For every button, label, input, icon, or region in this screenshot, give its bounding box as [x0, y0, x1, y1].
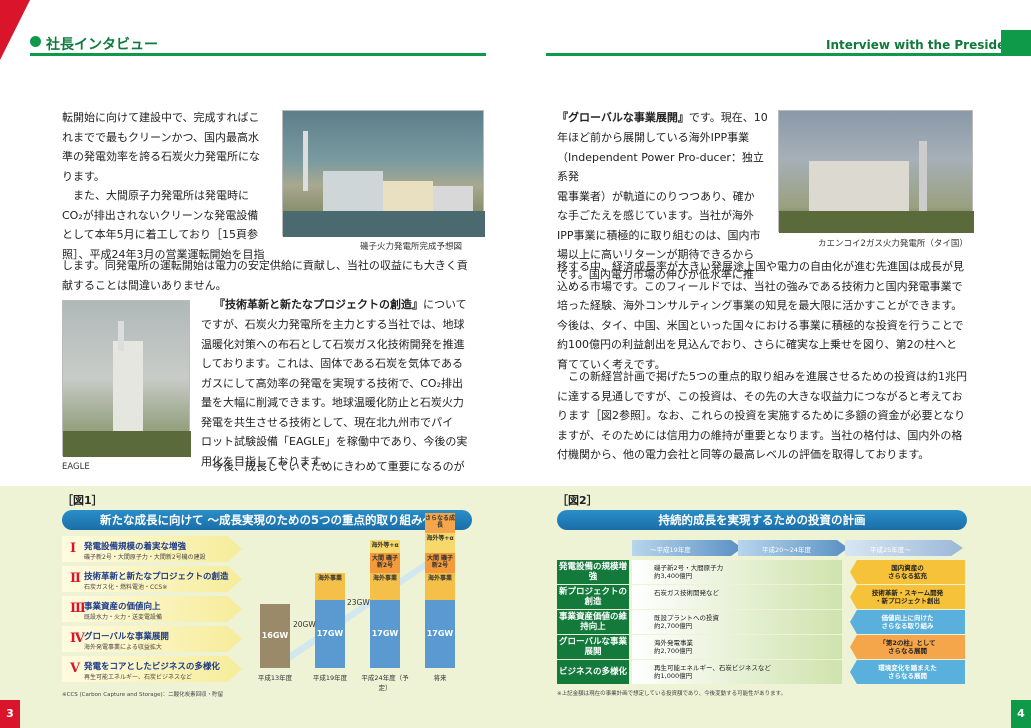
chart-bar-segment: 大間 磯子新2号: [425, 553, 455, 573]
header-accent-right: [1001, 30, 1031, 56]
investment-row-text: 再生可能エネルギー、石炭ビジネスなど 約1,000億円: [654, 664, 771, 680]
chart-bar-base: 17GW: [370, 600, 400, 668]
figure2-tag: ［図2］: [557, 494, 598, 507]
chart-total-label: 23GW: [347, 598, 370, 607]
investment-row-text: 既設プラントへの投資 約2,700億円: [654, 614, 719, 630]
left-para-3-tail: について: [423, 298, 467, 311]
figure1-banner: 新たな成長に向けて ～成長実現のための5つの重点的取り組み～: [62, 510, 472, 530]
investment-row-result: 国内資産の さらなる拡充: [850, 560, 965, 584]
page-title-right: Interview with the President: [826, 38, 1020, 52]
chart-bar-segment: 海外事業: [315, 573, 345, 600]
timeline-label-1: ～平成19年度: [650, 546, 691, 554]
page-number-right: 4: [1011, 700, 1031, 728]
figure1-tag: ［図1］: [62, 494, 103, 507]
kaeng-khoi-caption: カエンコイ2ガス火力発電所（タイ国）: [818, 239, 968, 249]
initiative-number: Ⅴ: [70, 661, 81, 676]
emphasis-tech: 『技術革新と新たなプロジェクトの創造』: [214, 298, 423, 311]
chart-bar-base: 16GW: [260, 604, 290, 668]
figure2-banner: 持続的成長を実現するための投資の計画: [557, 510, 967, 530]
initiative-subtitle: 既設水力・火力・送変電設備: [84, 614, 163, 621]
right-para-2: この新経営計画で掲げた5つの重点的取り組みを進展させるための投資は約1兆円 に達…: [557, 370, 967, 461]
eagle-plant-photo: [62, 300, 191, 457]
initiative-subtitle: 磯子新2号・大間原子力・大間新2号機の建設: [84, 554, 206, 561]
page-number-left: 3: [0, 700, 20, 728]
left-para-2b: します。同発電所の運転開始は電力の安定供給に貢献し、当社の収益にも大きく貢 献す…: [62, 259, 468, 292]
initiative-title: 発電設備規模の着実な増強: [84, 542, 187, 552]
right-para-1-tail: です。現在、10: [688, 111, 768, 124]
figure1-note: ※CCS (Carbon Capture and Storage)：二酸化炭素回…: [62, 692, 224, 698]
investment-row-text: 石炭ガス技術開発など: [654, 589, 719, 597]
page-title-left: 社長インタビュー: [46, 37, 158, 53]
right-para-1-heading: 『グローバルな事業展開』です。現在、10: [557, 108, 768, 128]
timeline-label-2: 平成20～24年度: [762, 546, 812, 554]
kaeng-khoi-illustration: [779, 141, 974, 233]
chart-bar-segment: 大間 磯子新2号: [370, 553, 400, 573]
chart-bar-segment: 海外事業: [370, 573, 400, 600]
chart-bar-segment: 海外事業: [425, 573, 455, 600]
initiative-subtitle: 石炭ガス化・燃料電池・CCS※: [84, 584, 168, 591]
right-para-1b: 移する中、経済成長率が大きい発展途上国や電力の自由化が進む先進国は成長が見 込め…: [557, 260, 964, 371]
chart-bar-base: 17GW: [315, 600, 345, 668]
initiative-number: Ⅱ: [70, 571, 81, 586]
chart-bar-base: 17GW: [425, 600, 455, 668]
figure1-chart: 16GW 平成13年度 17GW 海外事業 平成19年度 17GW 海外事業 大間 磯子新2号…: [255, 513, 475, 692]
initiative-title: グローバルな事業展開: [84, 632, 169, 642]
kaeng-khoi-photo: [778, 110, 974, 233]
eagle-illustration: [63, 321, 191, 457]
investment-row-result: 「第2の柱」として さらなる展開: [850, 635, 965, 659]
initiative-number: Ⅰ: [70, 541, 77, 556]
timeline-label-3: 平成25年度～: [870, 546, 911, 554]
header-rule-right: [546, 53, 1001, 56]
chart-bar-segment: さらなる成長: [425, 513, 455, 533]
figure2-note: ※上記金額は現在の事業計画で想定している投資額であり、今後変動する可能性がありま…: [557, 691, 787, 697]
left-para-1: 転開始に向けて建設中で、完成すればこ れまでで最もクリーンかつ、国内最高水 準の…: [62, 111, 260, 183]
investment-row-label: ビジネスの多様化: [557, 660, 629, 684]
chart-x-label: 平成19年度: [312, 674, 348, 682]
eagle-photo-caption: EAGLE: [62, 462, 90, 472]
initiative-title: 技術革新と新たなプロジェクトの創造: [84, 572, 229, 582]
initiative-subtitle: 海外発電事業による収益拡大: [84, 644, 162, 651]
chart-x-label: 将来: [433, 674, 447, 682]
left-para-2: また、大間原子力発電所は発電時に CO₂が排出されないクリーンな発電設備 として…: [62, 189, 265, 261]
initiative-title: 事業資産の価値向上: [84, 602, 161, 612]
left-para-3-heading: 『技術革新と新たなプロジェクトの創造』について: [214, 295, 467, 315]
investment-row-text: 磯子新2号・大間原子力 約3,400億円: [654, 564, 724, 580]
header-rule-left: [30, 53, 486, 56]
corner-accent: [0, 0, 30, 60]
investment-row-label: 発電設備の規模増強: [557, 560, 629, 584]
investment-row-label: 新プロジェクトの創造: [557, 585, 629, 609]
left-para-3: ですが、石炭火力発電所を主力とする当社では、地球 温暖化対策への布石として石炭ガ…: [201, 318, 468, 468]
initiative-number: Ⅳ: [70, 631, 85, 646]
investment-row-label: グローバルな事業展開: [557, 635, 629, 659]
isogo-photo-caption: 磯子火力発電所完成予想図: [360, 242, 463, 252]
investment-row-label: 事業資産価値の維持向上: [557, 610, 629, 634]
header-bullet-icon: [30, 36, 41, 47]
emphasis-global: 『グローバルな事業展開』: [557, 111, 689, 124]
initiative-title: 発電をコアとしたビジネスの多様化: [84, 662, 220, 672]
investment-row-text: 海外発電事業 約2,700億円: [654, 639, 693, 655]
chart-x-label: 平成24年度（予定）: [361, 674, 409, 692]
chart-total-label: 20GW: [293, 620, 316, 629]
investment-row-result: 環境変化を踏まえた さらなる展開: [850, 660, 965, 684]
isogo-plant-photo: [282, 110, 485, 237]
chart-bar-segment: 海外等+α: [370, 540, 400, 553]
chart-bar-segment: 海外等+α: [425, 533, 455, 553]
investment-row-result: 技術革新・スキーム開発 ・新プロジェクト創出: [850, 585, 965, 609]
investment-row-result: 価値向上に向けた さらなる取り組み: [850, 610, 965, 634]
chart-x-label: 平成13年度: [257, 674, 293, 682]
left-para-4: 今後、成長していくためにきわめて重要になるのが: [201, 460, 465, 473]
initiative-subtitle: 再生可能エネルギー、石炭ビジネスなど: [84, 674, 192, 681]
plant-illustration: [283, 131, 485, 237]
